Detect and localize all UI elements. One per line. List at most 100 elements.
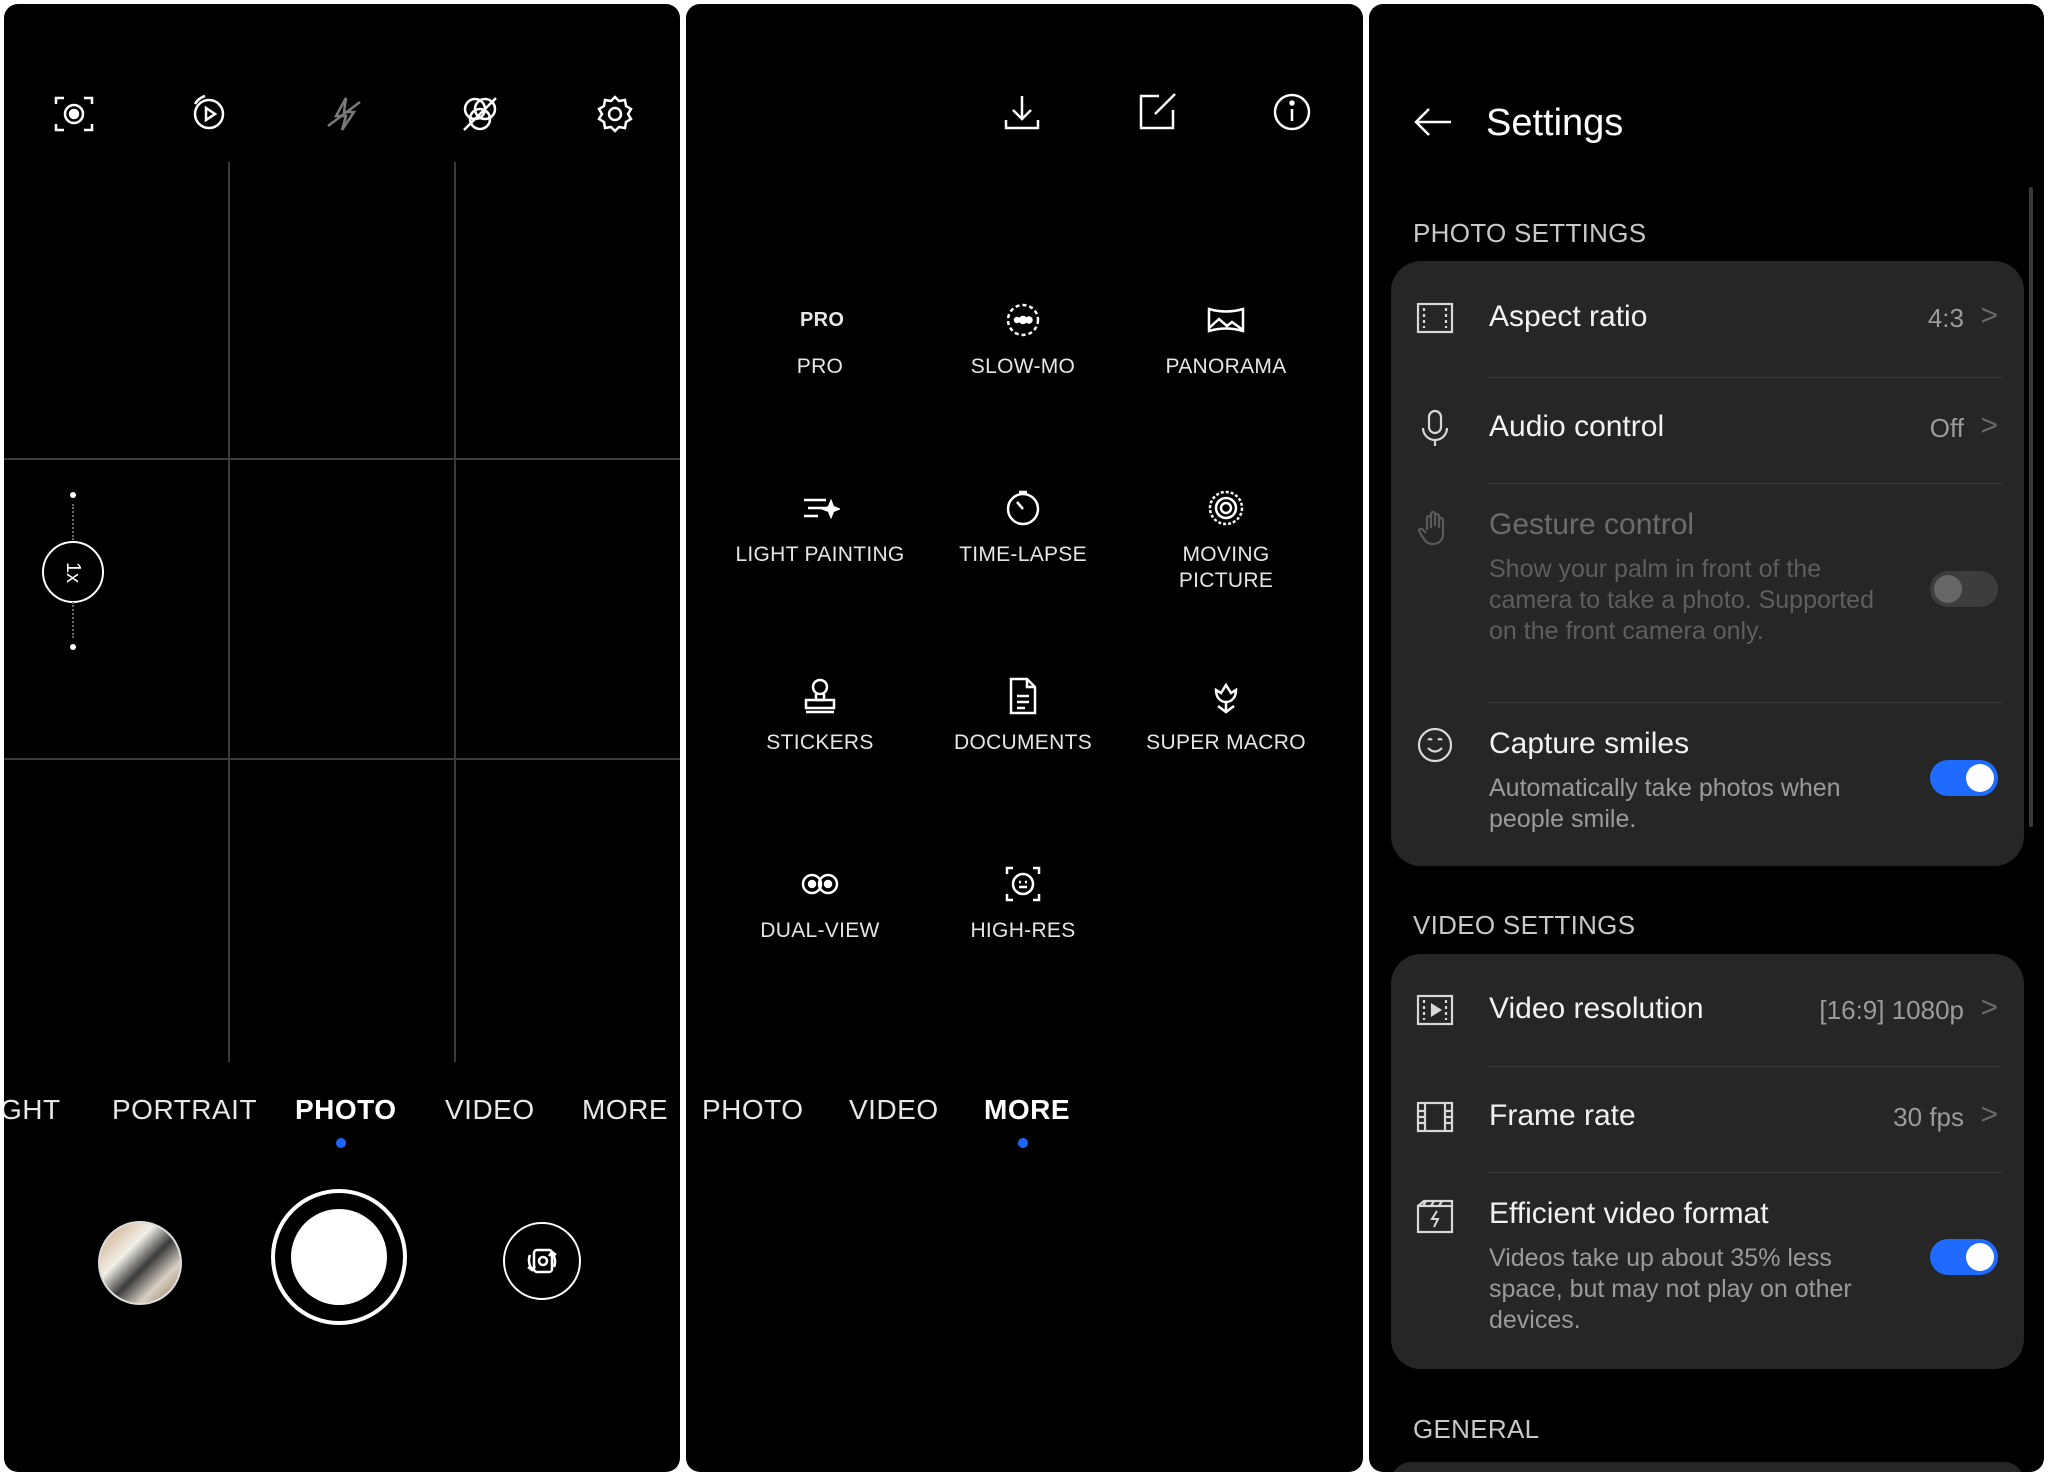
back-arrow-icon[interactable] [1411, 100, 1455, 144]
mode-video[interactable]: VIDEO [445, 1094, 535, 1126]
shutter-inner [291, 1209, 387, 1305]
flash-off-icon[interactable] [322, 92, 366, 136]
mode-portrait[interactable]: PORTRAIT [112, 1094, 257, 1126]
page-title: Settings [1486, 102, 1624, 144]
mode-tile-label: HIGH-RES [970, 919, 1076, 942]
settings-gear-icon[interactable] [593, 92, 637, 136]
mode-tile-label: TIME-LAPSE [959, 543, 1087, 566]
gallery-thumbnail[interactable] [98, 1221, 182, 1305]
documents-icon [1003, 676, 1043, 716]
mode-tile-label: PANORAMA [1165, 355, 1287, 378]
setting-row-audio-control[interactable]: Audio control Off > [1391, 378, 2024, 482]
mode-tile-stickers[interactable]: STICKERS [720, 676, 920, 756]
mode-tile-pro[interactable]: PRO PRO [720, 300, 920, 380]
mode-tile-super-macro[interactable]: SUPER MACRO [1126, 676, 1326, 756]
setting-row-frame-rate[interactable]: Frame rate 30 fps > [1391, 1067, 2024, 1171]
setting-title: Gesture control [1489, 508, 1695, 541]
mode-night[interactable]: GHT [4, 1094, 61, 1126]
active-mode-indicator [1018, 1138, 1028, 1148]
filter-off-icon[interactable] [458, 92, 502, 136]
super-macro-icon [1206, 676, 1246, 716]
active-mode-indicator [336, 1138, 346, 1148]
download-icon[interactable] [1000, 90, 1044, 134]
palm-icon [1415, 508, 1455, 548]
setting-row-video-resolution[interactable]: Video resolution [16:9] 1080p > [1391, 954, 2024, 1066]
setting-value: [16:9] 1080p [1819, 995, 1964, 1025]
camera-viewfinder-screen: 1x GHT PORTRAIT PHOTO VIDEO MORE [4, 4, 680, 1472]
scrollbar[interactable] [2029, 187, 2033, 827]
gesture-control-toggle[interactable] [1930, 571, 1998, 607]
switch-camera-icon [522, 1241, 562, 1281]
grid-line [4, 458, 680, 460]
setting-title: Audio control [1489, 410, 1665, 443]
camera-mode-bar[interactable]: GHT PORTRAIT PHOTO VIDEO MORE [4, 1094, 680, 1134]
edit-icon[interactable] [1135, 90, 1179, 134]
mode-photo[interactable]: PHOTO [295, 1094, 397, 1126]
capture-smiles-toggle[interactable] [1930, 760, 1998, 796]
setting-row-aspect-ratio[interactable]: Aspect ratio 4:3 > [1391, 261, 2024, 376]
dual-view-icon [800, 864, 840, 904]
moving-picture-icon[interactable] [187, 92, 231, 136]
mode-video[interactable]: VIDEO [849, 1094, 939, 1126]
pro-icon: PRO [800, 309, 845, 331]
setting-value: Off [1929, 413, 1964, 443]
zoom-track-dot [70, 492, 76, 498]
setting-title: Capture smiles [1489, 727, 1690, 760]
grid-line [228, 162, 230, 1062]
mode-tile-label: MOVING PICTURE [1178, 543, 1274, 592]
efficient-video-format-toggle[interactable] [1930, 1239, 1998, 1275]
microphone-icon [1415, 408, 1455, 448]
high-res-icon [1003, 864, 1043, 904]
mode-tile-slow-mo[interactable]: SLOW-MO [923, 300, 1123, 380]
general-settings-card [1391, 1462, 2024, 1472]
camera-mode-bar[interactable]: PHOTO VIDEO MORE [686, 1094, 1363, 1134]
more-modes-screen: PRO PRO SLOW-MO PANORAMA LIGHT PAINTING [686, 4, 1363, 1472]
info-icon[interactable] [1270, 90, 1314, 134]
mode-more[interactable]: MORE [582, 1094, 668, 1126]
mode-tile-moving-picture[interactable]: MOVING PICTURE [1126, 488, 1326, 594]
stickers-icon [800, 676, 840, 716]
mode-tile-label: DUAL-VIEW [760, 919, 880, 942]
mode-tile-label: LIGHT PAINTING [735, 543, 905, 566]
mode-tile-label: DOCUMENTS [953, 731, 1093, 754]
setting-description: Automatically take photos when people sm… [1489, 774, 1841, 833]
setting-row-capture-smiles[interactable]: Capture smiles Automatically take photos… [1391, 703, 2024, 863]
video-resolution-icon [1415, 990, 1455, 1030]
mode-tile-label: SUPER MACRO [1146, 731, 1306, 754]
light-painting-icon [800, 488, 840, 528]
setting-title: Video resolution [1489, 992, 1704, 1025]
panorama-icon [1206, 300, 1246, 340]
grid-line [454, 162, 456, 1062]
shutter-button[interactable] [271, 1189, 407, 1325]
ai-lens-icon[interactable] [52, 92, 96, 136]
mode-photo[interactable]: PHOTO [702, 1094, 804, 1126]
setting-value: 30 fps [1893, 1102, 1964, 1132]
section-header-photo: PHOTO SETTINGS [1413, 218, 1647, 248]
zoom-level-button[interactable]: 1x [42, 541, 104, 603]
camera-settings-screen: Settings PHOTO SETTINGS Aspect ratio 4:3… [1369, 4, 2044, 1472]
grid-line [4, 758, 680, 760]
setting-row-efficient-video-format[interactable]: Efficient video format Videos take up ab… [1391, 1173, 2024, 1363]
mode-tile-high-res[interactable]: HIGH-RES [923, 864, 1123, 944]
mode-tile-dual-view[interactable]: DUAL-VIEW [720, 864, 920, 944]
zoom-track-dot [70, 644, 76, 650]
setting-row-gesture-control: Gesture control Show your palm in front … [1391, 484, 2024, 694]
mode-tile-documents[interactable]: DOCUMENTS [923, 676, 1123, 756]
smile-face-icon [1415, 725, 1455, 765]
mode-tile-label: PRO [796, 355, 844, 378]
mode-more[interactable]: MORE [984, 1094, 1070, 1126]
setting-value: 4:3 [1927, 303, 1964, 333]
switch-camera-button[interactable] [503, 1222, 581, 1300]
zoom-level-label: 1x [62, 561, 85, 583]
zoom-track [72, 504, 76, 540]
chevron-right-icon: > [1980, 1098, 1998, 1131]
video-format-icon [1415, 1197, 1455, 1237]
moving-picture-icon [1206, 488, 1246, 528]
photo-settings-card: Aspect ratio 4:3 > Audio control Off > G… [1391, 261, 2024, 866]
chevron-right-icon: > [1980, 991, 1998, 1024]
section-header-video: VIDEO SETTINGS [1413, 910, 1636, 940]
mode-tile-label: SLOW-MO [970, 355, 1076, 378]
mode-tile-time-lapse[interactable]: TIME-LAPSE [923, 488, 1123, 568]
mode-tile-panorama[interactable]: PANORAMA [1126, 300, 1326, 380]
mode-tile-light-painting[interactable]: LIGHT PAINTING [720, 488, 920, 568]
